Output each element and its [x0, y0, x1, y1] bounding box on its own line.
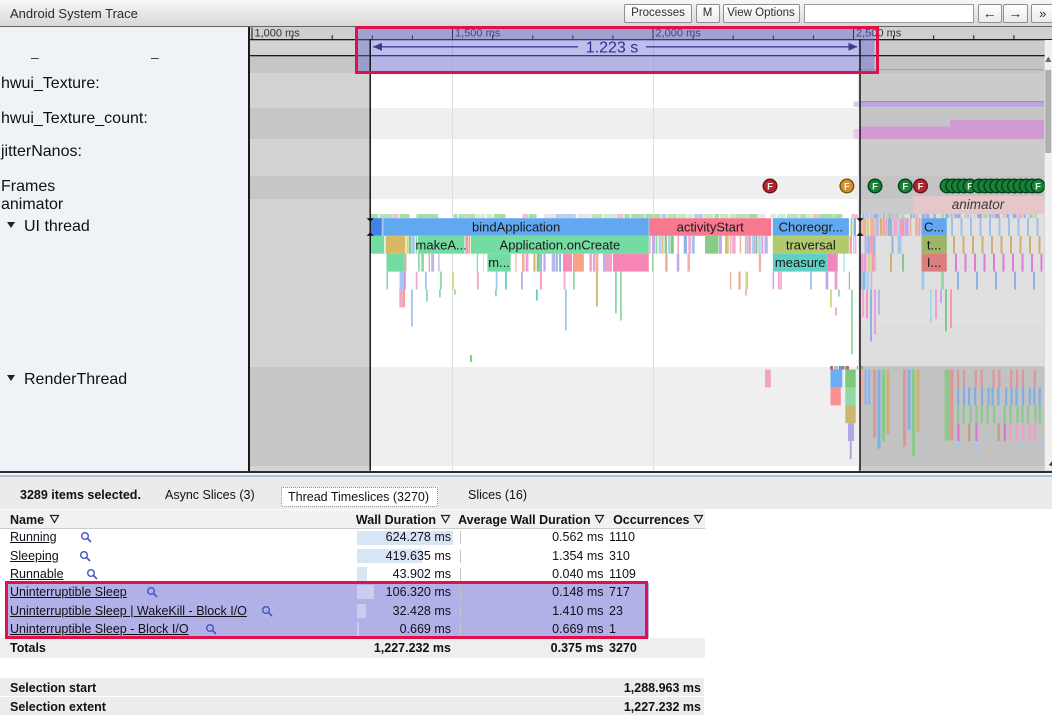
svg-text:t...: t... [927, 237, 941, 252]
svg-text:F: F [844, 181, 850, 192]
svg-text:F: F [1035, 181, 1041, 192]
svg-text:I...: I... [927, 255, 941, 270]
svg-text:bindApplication: bindApplication [472, 220, 560, 235]
svg-text:F: F [767, 181, 773, 192]
svg-text:C...: C... [924, 220, 944, 235]
svg-text:1,000 ms: 1,000 ms [255, 27, 301, 39]
svg-text:animator: animator [952, 197, 1005, 212]
svg-text:makeA...: makeA... [416, 237, 467, 252]
svg-text:F: F [918, 181, 924, 192]
svg-text:traversal: traversal [786, 237, 836, 252]
svg-text:m...: m... [488, 255, 510, 270]
svg-text:F: F [872, 181, 878, 192]
svg-text:Choreogr...: Choreogr... [779, 220, 843, 235]
svg-text:F: F [902, 181, 908, 192]
svg-text:measure: measure [775, 255, 826, 270]
svg-text:Application.onCreate: Application.onCreate [500, 237, 621, 252]
svg-text:activityStart: activityStart [677, 220, 745, 235]
